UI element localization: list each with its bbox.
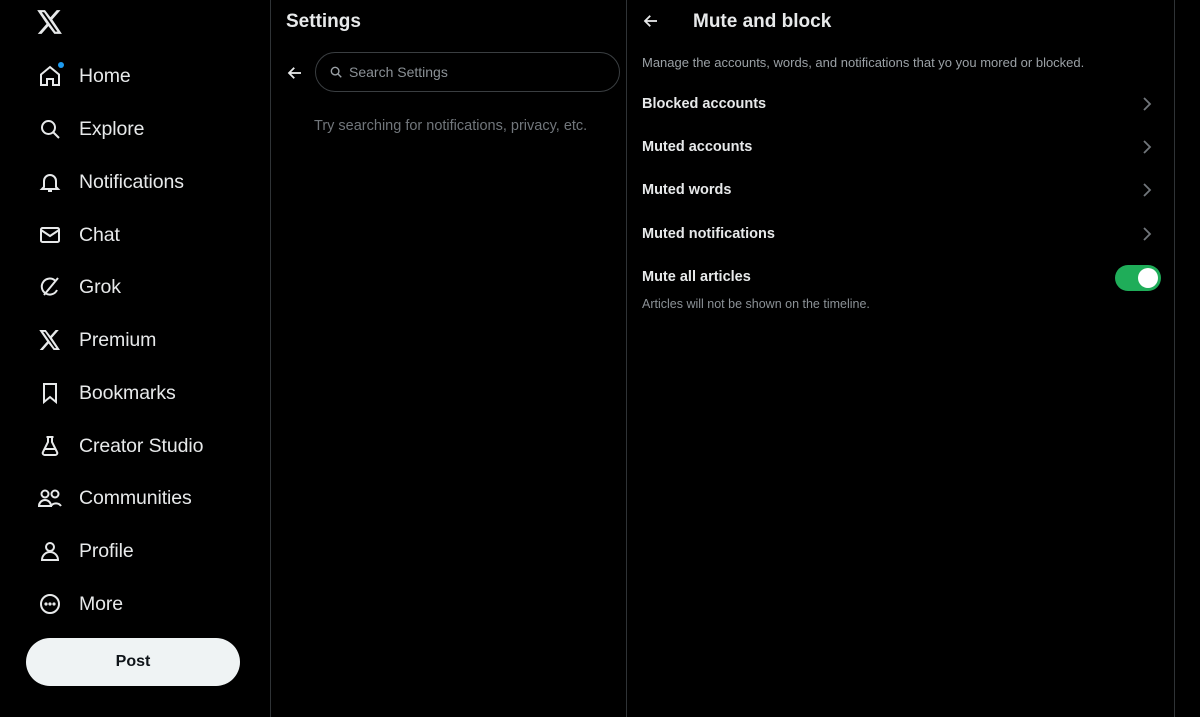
mute-and-block-panel: Mute and block Manage the accounts, word… [628,0,1175,717]
search-settings-input[interactable] [349,64,589,80]
back-button[interactable] [638,8,664,34]
left-navigation: Home Explore Notifications Chat Grok Pre… [0,0,271,717]
people-icon [30,483,70,513]
nav-item-grok[interactable]: Grok [30,265,121,309]
nav-item-premium[interactable]: Premium [30,318,156,362]
nav-item-label: Grok [79,275,121,298]
chevron-right-icon [1139,226,1155,242]
x-logo-icon [30,325,70,355]
nav-item-explore[interactable]: Explore [30,107,145,151]
search-hint-text: Try searching for notifications, privacy… [314,118,588,134]
nav-item-communities[interactable]: Communities [30,476,192,520]
arrow-left-icon [287,67,301,79]
nav-item-label: Profile [79,539,134,562]
bookmark-icon [30,378,70,408]
nav-item-label: Creator Studio [79,434,204,457]
nav-item-profile[interactable]: Profile [30,529,134,573]
chevron-right-icon [1139,139,1155,155]
x-logo-icon[interactable] [36,8,64,36]
envelope-icon [30,220,70,250]
nav-item-bookmarks[interactable]: Bookmarks [30,371,176,415]
nav-item-more[interactable]: More [30,582,123,626]
row-label: Muted notifications [642,226,775,242]
row-label: Muted words [642,182,732,198]
nav-item-creator-studio[interactable]: Creator Studio [30,424,203,468]
search-settings-box[interactable] [315,52,620,92]
muted-accounts-row[interactable]: Muted accounts [628,127,1175,167]
page-title: Mute and block [693,11,832,32]
row-label: Blocked accounts [642,96,767,112]
mute-all-articles-toggle[interactable] [1115,265,1161,291]
mute-all-articles-label: Mute all articles [642,269,751,285]
search-icon [30,114,70,144]
nav-item-label: Home [79,64,131,87]
chevron-right-icon [1139,182,1155,198]
back-button[interactable] [282,60,308,86]
grok-icon [30,272,70,302]
nav-item-label: More [79,592,124,615]
arrow-left-icon [643,15,657,27]
bell-icon [30,167,70,197]
unread-dot [58,62,64,68]
search-icon [330,66,342,78]
person-icon [30,536,70,566]
nav-item-label: Notifications [79,170,184,193]
nav-item-notifications[interactable]: Notifications [30,160,184,204]
nav-item-label: Explore [79,117,145,140]
home-icon [30,61,70,91]
row-label: Muted accounts [642,139,753,155]
chevron-right-icon [1139,96,1155,112]
nav-item-label: Bookmarks [79,381,176,404]
page-description: Manage the accounts, words, and notifica… [642,55,1085,70]
muted-words-row[interactable]: Muted words [628,170,1175,210]
nav-item-label: Chat [79,223,120,246]
post-button[interactable]: Post [26,638,240,686]
blocked-accounts-row[interactable]: Blocked accounts [628,84,1175,124]
nav-item-chat[interactable]: Chat [30,213,120,257]
nav-item-label: Premium [79,328,157,351]
nav-item-label: Communities [79,486,192,509]
settings-title: Settings [286,11,361,32]
muted-notifications-row[interactable]: Muted notifications [628,214,1175,254]
toggle-knob [1138,268,1158,288]
more-circle-icon [30,589,70,619]
nav-item-home[interactable]: Home [30,54,131,98]
flask-icon [30,431,70,461]
settings-column: Settings Try searching for notifications… [272,0,627,717]
mute-all-articles-description: Articles will not be shown on the timeli… [642,297,870,311]
